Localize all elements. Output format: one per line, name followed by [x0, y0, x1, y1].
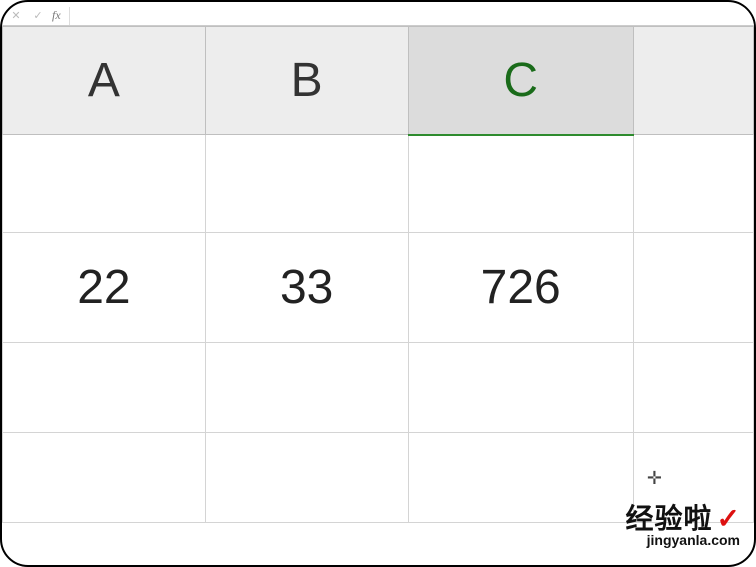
formula-bar: ✕ ✓ fx	[2, 2, 754, 26]
watermark-text: 经验啦	[626, 503, 713, 534]
column-header-row: A B C	[3, 27, 754, 135]
cell-C1[interactable]	[408, 135, 633, 233]
cell-A4[interactable]	[3, 433, 206, 523]
cell-D3[interactable]	[633, 343, 753, 433]
cell-D1[interactable]	[633, 135, 753, 233]
app-window: ✕ ✓ fx A B C	[0, 0, 756, 567]
cell-C4[interactable]	[408, 433, 633, 523]
table-row	[3, 135, 754, 233]
cell-B3[interactable]	[205, 343, 408, 433]
check-icon: ✓	[717, 503, 740, 534]
cell-C3[interactable]	[408, 343, 633, 433]
cell-A2[interactable]: 22	[3, 233, 206, 343]
spreadsheet-grid: A B C 22 33 726	[2, 26, 754, 565]
cell-B2[interactable]: 33	[205, 233, 408, 343]
cell-A1[interactable]	[3, 135, 206, 233]
cell-B1[interactable]	[205, 135, 408, 233]
col-header-A[interactable]: A	[3, 27, 206, 135]
formula-input[interactable]	[69, 7, 754, 25]
cell-A3[interactable]	[3, 343, 206, 433]
sheet-table: A B C 22 33 726	[2, 26, 754, 523]
col-header-C[interactable]: C	[408, 27, 633, 135]
col-header-B[interactable]: B	[205, 27, 408, 135]
cell-C2[interactable]: 726	[408, 233, 633, 343]
confirm-icon[interactable]: ✓	[30, 8, 46, 24]
fx-icon[interactable]: fx	[52, 8, 61, 23]
cell-B4[interactable]	[205, 433, 408, 523]
col-header-D[interactable]	[633, 27, 753, 135]
watermark: 经验啦✓ jingyanla.com	[626, 505, 740, 547]
table-row: 22 33 726	[3, 233, 754, 343]
cell-D2[interactable]	[633, 233, 753, 343]
table-row	[3, 343, 754, 433]
cancel-icon[interactable]: ✕	[8, 8, 24, 24]
watermark-url: jingyanla.com	[626, 533, 740, 547]
